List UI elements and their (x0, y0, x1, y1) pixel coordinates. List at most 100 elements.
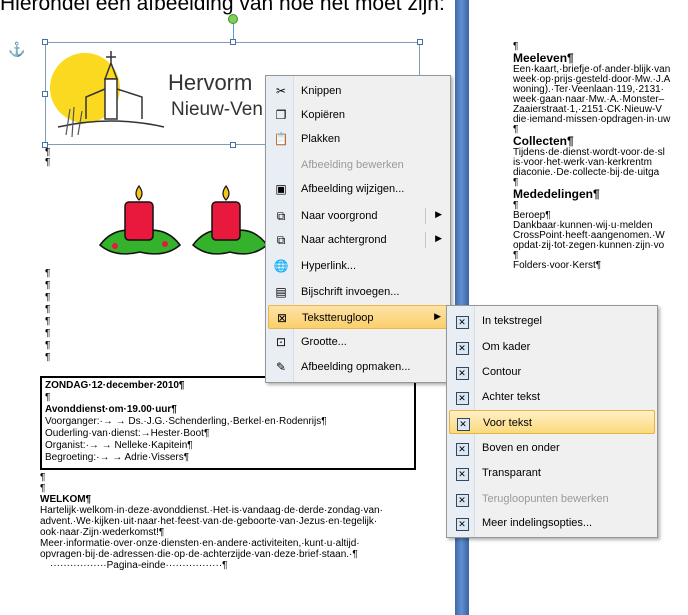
anchor-icon: ⚓ (8, 41, 26, 57)
menu-item-label: Afbeelding opmaken... (301, 361, 411, 373)
wrap-option-in-tekstregel[interactable]: ✕ In tekstregel (449, 309, 655, 333)
menu-item-label: Voor tekst (483, 417, 532, 429)
tight-wrap-icon: ✕ (454, 364, 470, 380)
wrap-option-achter-tekst[interactable]: ✕ Achter tekst (449, 385, 655, 409)
logo-text-line2: Nieuw-Ven (171, 99, 263, 120)
body-line: die·iemand·missen·opdragen·in·uw (513, 114, 671, 125)
body-line: Hartelijk·welkom·in·deze·avonddienst.·He… (40, 505, 383, 516)
hyperlink-icon: 🌐 (273, 259, 289, 273)
menu-item-naar-voorgrond[interactable]: ⧉ Naar voorgrond ▶ (268, 204, 448, 228)
resize-handle-n[interactable] (230, 39, 236, 45)
square-wrap-icon: ✕ (454, 339, 470, 355)
resize-handle-w[interactable] (42, 91, 48, 97)
menu-item-afbeelding-opmaken[interactable]: ✎ Afbeelding opmaken... (268, 355, 448, 379)
paste-icon: 📋 (273, 132, 289, 146)
right-page-text: ¶ Meeleven¶ Een·kaart,·briefje·of·ander·bl… (513, 42, 688, 271)
scissors-icon: ✂ (275, 84, 287, 98)
context-menu: ✂ Knippen ❐ Kopiëren 📋 Plakken Afbeelding bewe… (265, 75, 451, 383)
pilcrow: ¶ (45, 280, 51, 291)
bring-forward-icon: ⧉ (276, 209, 286, 223)
copy-icon: ❐ (275, 108, 287, 122)
split-divider (425, 232, 426, 248)
menu-item-label: Naar voorgrond (301, 210, 378, 222)
menu-item-label: Afbeelding bewerken (301, 159, 404, 171)
text-wrap-icon: ⊠ (276, 311, 288, 325)
menu-item-afbeelding-wijzigen[interactable]: ▣ Afbeelding wijzigen... (268, 177, 448, 201)
resize-handle-s[interactable] (230, 142, 236, 148)
body-line: ook·naar·Zijn·wederkomst!¶ (40, 527, 165, 538)
send-backward-icon: ⧉ (276, 233, 286, 247)
menu-item-hyperlink[interactable]: 🌐 Hyperlink... (268, 254, 448, 278)
behind-text-icon: ✕ (454, 389, 470, 405)
rotate-handle[interactable] (228, 14, 238, 24)
service-time: Avonddienst·om·19.00·uur¶ (45, 404, 177, 415)
menu-item-label: Knippen (301, 85, 342, 97)
layout-options-icon: ✕ (454, 515, 470, 531)
top-bottom-wrap-icon: ✕ (454, 440, 470, 456)
service-line: Begroeting:·→ → Adrie·Vissers¶ (45, 452, 190, 463)
page-break: ·················Pagina-einde···········… (50, 560, 228, 571)
body-line: Meer·informatie·over·onze·diensten·en·an… (40, 538, 360, 549)
candle-clipart-left (98, 184, 182, 255)
pilcrow: ¶ (45, 352, 51, 363)
pilcrow: ¶ (45, 328, 51, 339)
service-line: ¶ (45, 392, 51, 403)
submenu-arrow-icon: ▶ (435, 233, 442, 243)
menu-item-label: Terugloopunten bewerken (482, 493, 609, 505)
wrap-option-terugloopunten-bewerken: ✕ Terugloopunten bewerken (449, 487, 655, 511)
wrap-option-meer-indelingsopties[interactable]: ✕ Meer indelingsopties... (449, 511, 655, 535)
menu-item-grootte[interactable]: ⊡ Grootte... (268, 330, 448, 354)
in-front-of-text-icon: ✕ (455, 415, 471, 431)
wrap-option-voor-tekst[interactable]: ✕ Voor tekst (449, 410, 655, 434)
inline-wrap-icon: ✕ (454, 313, 470, 329)
welcome-heading: WELKOM¶ (40, 494, 92, 505)
wrap-option-boven-en-onder[interactable]: ✕ Boven en onder (449, 436, 655, 460)
menu-item-label: In tekstregel (482, 315, 542, 327)
format-picture-icon: ✎ (275, 360, 287, 374)
candle-clipart-right (191, 184, 269, 255)
pilcrow: ¶ (40, 483, 46, 494)
menu-item-naar-achtergrond[interactable]: ⧉ Naar achtergrond ▶ (268, 228, 448, 252)
church-drawing (57, 51, 165, 138)
resize-handle-ne[interactable] (417, 39, 423, 45)
split-divider (425, 208, 426, 224)
body-line: opdat·zij·tot·zegen·kunnen·zijn·vo (513, 240, 665, 251)
wrap-option-transparant[interactable]: ✕ Transparant (449, 461, 655, 485)
pilcrow: ¶ (45, 316, 51, 327)
logo-text-line1: Hervorm (168, 70, 253, 95)
menu-item-label: Bijschrift invoegen... (301, 286, 400, 298)
resize-handle-nw[interactable] (42, 39, 48, 45)
pilcrow: ¶ (45, 292, 51, 303)
menu-item-label: Tekstterugloop (302, 312, 374, 324)
body-line: Folders·voor·Kerst¶ (513, 260, 602, 271)
menu-item-label: Plakken (301, 133, 341, 145)
menu-item-tekstterugloop[interactable]: ⊠ Tekstterugloop ▶ (268, 305, 448, 329)
menu-item-label: Hyperlink... (301, 260, 357, 272)
menu-item-knippen[interactable]: ✂ Knippen (268, 79, 448, 103)
instruction-heading: Hierondel een afbeelding van hoe het moe… (0, 0, 445, 15)
menu-item-afbeelding-bewerken: Afbeelding bewerken (268, 153, 448, 177)
menu-item-label: Transparant (482, 467, 541, 479)
menu-item-bijschrift-invoegen[interactable]: ▤ Bijschrift invoegen... (268, 280, 448, 304)
menu-item-label: Om kader (482, 341, 531, 353)
change-picture-icon: ▣ (275, 182, 287, 196)
menu-item-label: Achter tekst (482, 391, 541, 403)
size-icon: ⊡ (275, 335, 287, 349)
pilcrow: ¶ (45, 268, 51, 279)
menu-item-label: Grootte... (301, 336, 347, 348)
through-wrap-icon: ✕ (454, 465, 470, 481)
welcome-section: ¶ ¶ WELKOM¶ Hartelijk·welkom·in·deze·avo… (40, 472, 420, 571)
service-info-box: ZONDAG·12·december·2010¶ ¶ Avonddienst·o… (40, 376, 416, 470)
menu-item-label: Kopiëren (301, 109, 346, 121)
edit-wrap-points-icon: ✕ (454, 491, 470, 507)
menu-item-kopi-ren[interactable]: ❐ Kopiëren (268, 103, 448, 127)
service-line: Organist:·→ → Nelleke·Kapitein¶ (45, 440, 193, 451)
menu-item-label: Contour (482, 366, 522, 378)
menu-item-plakken[interactable]: 📋 Plakken (268, 127, 448, 151)
section-heading: Mededelingen¶ (513, 187, 600, 201)
pilcrow: ¶ (45, 304, 51, 315)
wrap-option-om-kader[interactable]: ✕ Om kader (449, 335, 655, 359)
menu-item-label: Meer indelingsopties... (482, 517, 593, 529)
wrap-option-contour[interactable]: ✕ Contour (449, 360, 655, 384)
submenu-arrow-icon: ▶ (435, 209, 442, 219)
